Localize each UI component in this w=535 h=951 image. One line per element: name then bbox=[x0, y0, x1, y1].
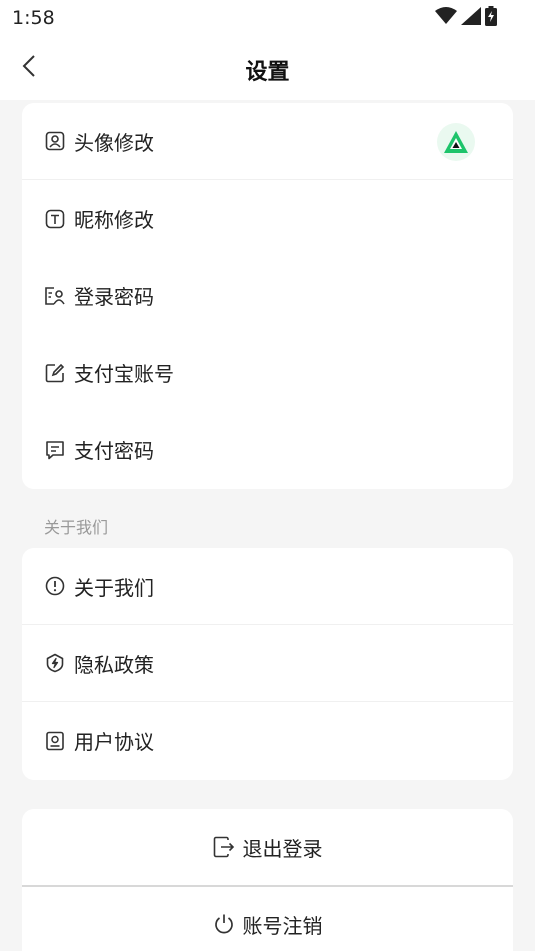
user-square-icon bbox=[44, 130, 66, 152]
contract-icon bbox=[44, 730, 66, 752]
about-us-row[interactable]: 关于我们 bbox=[22, 548, 513, 625]
setting-login-password-label: 登录密码 bbox=[74, 285, 154, 309]
id-card-icon bbox=[44, 285, 66, 307]
top-bar: 1:58 设置 bbox=[0, 0, 535, 100]
status-icons bbox=[435, 6, 497, 30]
privacy-policy-row[interactable]: 隐私政策 bbox=[22, 625, 513, 702]
logout-label: 退出登录 bbox=[242, 836, 323, 861]
logout-button[interactable]: 退出登录 bbox=[22, 809, 513, 885]
account-settings-card: 头像修改 昵称修改 登录密码 支付宝账号 支付密码 bbox=[22, 103, 513, 489]
setting-nickname-label: 昵称修改 bbox=[74, 208, 154, 232]
cellular-signal-icon bbox=[461, 7, 481, 29]
setting-pay-password-label: 支付密码 bbox=[74, 439, 154, 463]
privacy-policy-label: 隐私政策 bbox=[74, 652, 154, 677]
section-header-about: 关于我们 bbox=[44, 518, 109, 537]
setting-login-password-row[interactable]: 登录密码 bbox=[22, 257, 513, 334]
logout-icon bbox=[213, 836, 235, 858]
receipt-icon bbox=[44, 439, 66, 461]
power-icon bbox=[213, 913, 235, 935]
battery-charging-icon bbox=[485, 6, 497, 30]
setting-nickname-row[interactable]: 昵称修改 bbox=[22, 180, 513, 257]
actions-card: 退出登录 账号注销 bbox=[22, 809, 513, 951]
info-circle-icon bbox=[44, 575, 66, 597]
delete-account-label: 账号注销 bbox=[242, 913, 323, 938]
about-card: 关于我们 隐私政策 用户协议 bbox=[22, 548, 513, 780]
avatar[interactable] bbox=[437, 123, 475, 161]
wifi-icon bbox=[435, 7, 457, 29]
setting-avatar-label: 头像修改 bbox=[74, 130, 154, 155]
user-agreement-label: 用户协议 bbox=[74, 730, 154, 754]
edit-icon bbox=[44, 362, 66, 384]
delete-account-button[interactable]: 账号注销 bbox=[22, 887, 513, 951]
page-title: 设置 bbox=[245, 60, 290, 85]
setting-pay-password-row[interactable]: 支付密码 bbox=[22, 411, 513, 488]
shield-bolt-icon bbox=[44, 652, 66, 674]
setting-alipay-row[interactable]: 支付宝账号 bbox=[22, 334, 513, 411]
status-time: 1:58 bbox=[12, 7, 55, 29]
text-t-icon bbox=[44, 208, 66, 230]
setting-avatar-row[interactable]: 头像修改 bbox=[22, 103, 513, 180]
setting-alipay-label: 支付宝账号 bbox=[74, 362, 174, 386]
user-agreement-row[interactable]: 用户协议 bbox=[22, 702, 513, 779]
about-us-label: 关于我们 bbox=[74, 575, 154, 600]
